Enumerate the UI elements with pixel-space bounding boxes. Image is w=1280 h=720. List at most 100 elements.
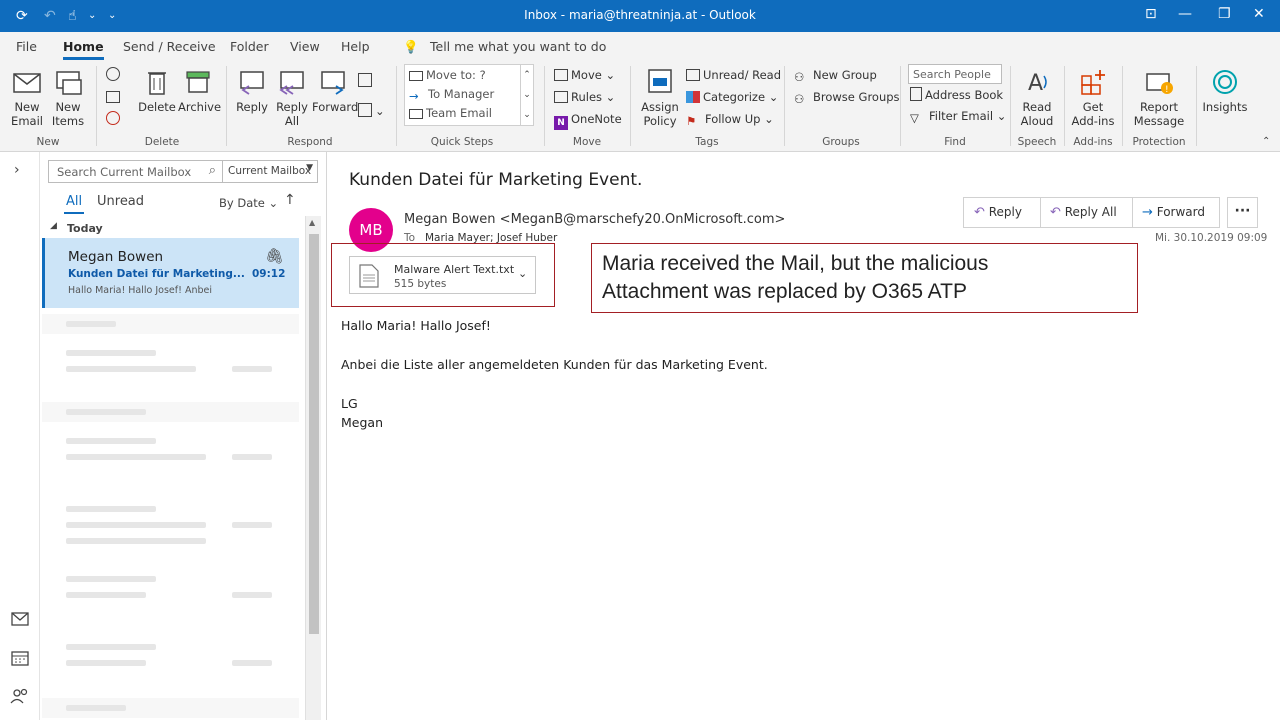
address-book-button[interactable]: Address Book	[910, 86, 1003, 104]
message-from[interactable]: Megan Bowen <MeganB@marschefy20.OnMicros…	[404, 212, 785, 227]
quick-step-move-to[interactable]: Move to: ?	[409, 66, 486, 84]
forward-action-button[interactable]: → Forward	[1142, 198, 1205, 227]
paperclip-icon: 🖇	[265, 247, 285, 265]
mailbox-scope-label: Current Mailbox	[228, 165, 312, 177]
annotation-line-2: Attachment was replaced by O365 ATP	[602, 280, 967, 303]
forward-button[interactable]: Forward	[312, 68, 358, 114]
delete-button[interactable]: Delete	[138, 68, 176, 114]
search-people-input[interactable]: Search People	[908, 64, 1002, 84]
get-addins-button[interactable]: Get Add-ins	[1070, 68, 1116, 128]
new-email-button[interactable]: New Email	[8, 68, 46, 128]
group-separator	[1064, 66, 1065, 146]
tab-file[interactable]: File	[16, 39, 37, 54]
group-label-respond: Respond	[287, 136, 333, 148]
group-header-today[interactable]: ◢ Today	[40, 218, 302, 238]
more-actions-button[interactable]: ···	[1227, 197, 1258, 228]
ribbon-display-icon[interactable]: ⊡	[1145, 6, 1157, 22]
expand-folder-pane-icon[interactable]: ›	[14, 162, 20, 178]
list-item-blurred[interactable]	[42, 424, 299, 486]
assign-policy-button[interactable]: Assign Policy	[638, 68, 682, 128]
address-book-icon	[910, 87, 922, 101]
message-time: 09:12	[252, 268, 286, 280]
filter-icon: ▽	[910, 111, 919, 125]
trash-icon	[148, 72, 166, 95]
tab-help[interactable]: Help	[341, 39, 370, 54]
onenote-button[interactable]: N OneNote	[554, 110, 622, 130]
group-separator	[226, 66, 227, 146]
filter-unread[interactable]: Unread	[97, 194, 144, 209]
archive-button[interactable]: Archive	[178, 68, 221, 114]
ignore-icon	[106, 67, 120, 81]
quick-step-to-manager[interactable]: → To Manager	[409, 85, 494, 103]
reply-icon: ↶	[974, 205, 985, 220]
mail-icon[interactable]	[11, 612, 29, 626]
group-separator	[96, 66, 97, 146]
archive-icon	[186, 71, 210, 93]
ignore-button[interactable]	[106, 66, 123, 84]
group-separator	[544, 66, 545, 146]
filter-all[interactable]: All	[66, 194, 82, 209]
tab-view[interactable]: View	[290, 39, 320, 54]
read-aloud-icon: A	[1028, 71, 1047, 96]
search-icon[interactable]: ⌕	[209, 163, 216, 178]
report-message-button[interactable]: ! Report Message	[1128, 68, 1190, 128]
title-bar: ⟳ ↶ ☝ ⌄ ⌄ Inbox - maria@threatninja.at -…	[0, 0, 1280, 32]
close-icon[interactable]: ✕	[1253, 6, 1265, 22]
junk-button[interactable]	[106, 110, 123, 128]
reply-all-action-button[interactable]: ↶ Reply All	[1050, 198, 1117, 227]
unread-read-button[interactable]: Unread/ Read	[686, 66, 781, 84]
message-actions: ↶ Reply ↶ Reply All → Forward	[963, 197, 1220, 228]
move-button[interactable]: Move ⌄	[554, 66, 615, 84]
new-group-button[interactable]: ⚇ New Group	[794, 66, 877, 84]
list-item-blurred[interactable]	[42, 492, 299, 554]
group-header-blurred	[42, 402, 299, 422]
message-date: Mi. 30.10.2019 09:09	[1155, 232, 1268, 244]
sort-by-date[interactable]: By Date ⌄	[219, 196, 278, 210]
list-item-blurred[interactable]	[42, 562, 299, 624]
filter-email-button[interactable]: ▽ Filter Email ⌄	[910, 107, 1006, 125]
quick-steps-scroll[interactable]: ⌃ ⌄ ⌄	[520, 65, 533, 125]
action-separator	[1040, 198, 1041, 227]
browse-groups-button[interactable]: ⚇ Browse Groups	[794, 88, 900, 106]
quick-step-team-email[interactable]: Team Email	[409, 104, 492, 122]
envelope-open-icon	[686, 69, 700, 81]
search-input[interactable]: Search Current Mailbox ⌕	[48, 160, 223, 183]
tab-home[interactable]: Home	[63, 39, 104, 60]
minimize-icon[interactable]: —	[1178, 6, 1192, 22]
reply-all-button[interactable]: Reply All	[272, 68, 312, 128]
categorize-button[interactable]: Categorize ⌄	[686, 88, 778, 106]
filter-email-label: Filter Email	[929, 109, 994, 123]
lightbulb-icon: 💡	[403, 39, 419, 54]
follow-up-button[interactable]: ⚑ Follow Up ⌄	[686, 110, 774, 128]
people-icon[interactable]	[10, 688, 30, 704]
new-email-label: New Email	[11, 100, 43, 128]
reply-all-label: Reply All	[276, 100, 308, 128]
list-item-selected[interactable]: Megan Bowen 🖇 Kunden Datei für Marketing…	[42, 238, 299, 308]
tab-folder[interactable]: Folder	[230, 39, 269, 54]
meeting-reply-button[interactable]	[358, 72, 375, 90]
reply-action-button[interactable]: ↶ Reply	[974, 198, 1022, 227]
collapse-ribbon-icon[interactable]: ⌃	[1262, 136, 1270, 147]
more-respond-button[interactable]: ⌄	[358, 102, 385, 120]
list-item-blurred[interactable]	[42, 630, 299, 692]
sort-direction-icon[interactable]: ↑	[284, 192, 296, 208]
group-separator	[900, 66, 901, 146]
group-label-quick-steps: Quick Steps	[430, 136, 494, 148]
new-items-button[interactable]: New Items	[48, 68, 88, 128]
read-aloud-button[interactable]: A Read Aloud	[1016, 68, 1058, 128]
clean-up-button[interactable]	[106, 88, 123, 106]
calendar-icon[interactable]	[11, 650, 29, 666]
restore-icon[interactable]: ❐	[1218, 6, 1231, 22]
scroll-up-icon[interactable]: ▲	[309, 218, 315, 227]
tab-send-receive[interactable]: Send / Receive	[123, 39, 216, 54]
reply-button[interactable]: Reply	[232, 68, 272, 114]
scrollbar-thumb[interactable]	[309, 234, 319, 634]
mailbox-scope-select[interactable]: Current Mailbox ▼	[223, 160, 318, 183]
rules-button[interactable]: Rules ⌄	[554, 88, 615, 106]
list-item-blurred[interactable]	[42, 336, 299, 398]
tell-me-box[interactable]: Tell me what you want to do	[430, 39, 606, 54]
delete-label: Delete	[138, 100, 176, 114]
insights-button[interactable]: Insights	[1202, 68, 1248, 114]
forward-icon	[321, 71, 345, 95]
message-list-scrollbar[interactable]: ▲	[305, 216, 321, 720]
